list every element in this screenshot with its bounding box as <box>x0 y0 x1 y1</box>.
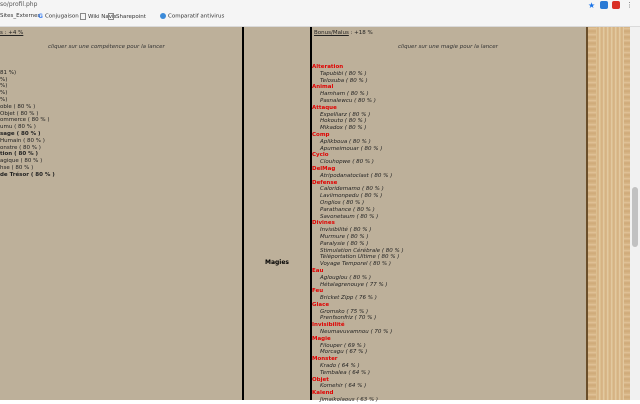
decorative-border <box>586 27 632 400</box>
bookmark-star-icon[interactable]: ★ <box>588 1 595 10</box>
skill-item[interactable]: hse ( 80 % ) <box>0 165 55 172</box>
skill-item[interactable]: ommerce ( 80 % ) <box>0 117 55 124</box>
skill-item[interactable]: tion ( 80 % ) <box>0 151 55 158</box>
magic-spell[interactable]: Tapubibi ( 80 % ) <box>312 71 404 78</box>
bookmark-conjugaison[interactable]: G Conjugaison <box>38 13 79 20</box>
magic-category: Kalend <box>312 390 334 397</box>
magic-category: Alteration <box>312 64 344 70</box>
magic-spell[interactable]: Caloridemamo ( 80 % ) <box>312 186 404 193</box>
magic-spell[interactable]: Gromsko ( 75 % ) <box>312 309 404 316</box>
magic-spell[interactable]: Hamham ( 80 % ) <box>312 91 404 98</box>
skill-item[interactable]: %) <box>0 97 55 104</box>
magic-category: Comp <box>312 131 330 138</box>
magic-spell[interactable]: Savonetaum ( 80 % ) <box>312 214 404 221</box>
magic-spell[interactable]: Laviimonpedu ( 80 % ) <box>312 193 404 200</box>
magic-spell[interactable]: Téléportation Ultime ( 80 % ) <box>312 254 404 261</box>
magic-spell[interactable]: Neumavuvamnou ( 70 % ) <box>312 329 404 336</box>
magic-category: DelMag <box>312 165 336 172</box>
magic-spell[interactable]: Aplikboua ( 80 % ) <box>312 139 404 146</box>
magic-spell[interactable]: Telosuba ( 80 % ) <box>312 78 404 85</box>
skill-item[interactable]: Humain ( 80 % ) <box>0 138 55 145</box>
magic-spell[interactable]: Filouper ( 69 % ) <box>312 343 404 350</box>
magic-category: Objet <box>312 376 329 383</box>
bookmark-sharepoint[interactable]: Sharepoint <box>108 13 146 20</box>
magic-spell[interactable]: Parathance ( 80 % ) <box>312 207 404 214</box>
magic-list: Alteration Tapubibi ( 80 % ) Telosuba ( 80… <box>312 64 404 404</box>
magic-category: Cyclo <box>312 152 329 159</box>
magic-spell[interactable]: Krado ( 64 % ) <box>312 363 404 370</box>
magic-category: Eau <box>312 267 324 274</box>
extension-icon[interactable] <box>600 1 608 9</box>
bookmark-sites-externes[interactable]: Sites_Externes <box>0 13 40 19</box>
magic-category: Glace <box>312 301 330 308</box>
magic-spell[interactable]: Atripodanatoclast ( 80 % ) <box>312 173 404 180</box>
skill-item[interactable] <box>0 63 55 70</box>
page-icon <box>80 13 86 20</box>
skills-bonus: s : +4 % <box>0 30 24 36</box>
skills-column: s : +4 % cliquer sur une compétence pour… <box>0 27 244 400</box>
skill-item[interactable]: 81 %) <box>0 70 55 77</box>
magic-spell[interactable]: Mikadox ( 80 % ) <box>312 125 404 132</box>
section-label-column: Magies <box>244 27 312 400</box>
skill-item[interactable]: agique ( 80 % ) <box>0 158 55 165</box>
q-icon <box>160 13 166 19</box>
magic-category: Magie <box>312 335 331 342</box>
bookmark-comparatif-antivirus[interactable]: Comparatif antivirus <box>160 13 224 20</box>
scrollbar-thumb[interactable] <box>632 187 638 247</box>
magic-category: Attaque <box>312 104 337 111</box>
magic-spell[interactable]: Morcagu ( 67 % ) <box>312 349 404 356</box>
skill-item[interactable]: onstre ( 80 % ) <box>0 145 55 152</box>
magic-spell[interactable]: Hokouto ( 80 % ) <box>312 118 404 125</box>
magic-spell[interactable]: Hétalagrenouye ( 77 % ) <box>312 282 404 289</box>
magic-spell[interactable]: Bricket Zipp ( 76 % ) <box>312 295 404 302</box>
magic-spell[interactable]: Onglios ( 80 % ) <box>312 200 404 207</box>
magic-category: Monster <box>312 356 338 363</box>
skill-item[interactable]: %) <box>0 77 55 84</box>
magic-category: Invisibilité <box>312 322 345 329</box>
magic-hint: cliquer sur une magie pour la lancer <box>398 44 498 50</box>
skill-item[interactable]: Objet ( 80 % ) <box>0 111 55 118</box>
profile-page: s : +4 % cliquer sur une compétence pour… <box>0 27 632 403</box>
skill-item[interactable]: %) <box>0 83 55 90</box>
skill-item[interactable]: umu ( 80 % ) <box>0 124 55 131</box>
google-icon: G <box>38 13 43 20</box>
magic-bonus: Bonus/Malus : +18 % <box>314 30 373 36</box>
magic-spell[interactable]: Paralysie ( 80 % ) <box>312 241 404 248</box>
magies-label: Magies <box>264 259 289 266</box>
magic-spell[interactable]: Jimaikolaous ( 63 % ) <box>312 397 404 404</box>
magic-column: Bonus/Malus : +18 % cliquer sur une magi… <box>312 27 586 403</box>
magic-spell[interactable]: Voyage Temporel ( 80 % ) <box>312 261 404 268</box>
magic-spell[interactable]: Komehir ( 64 % ) <box>312 383 404 390</box>
magic-category: Animal <box>312 84 334 91</box>
address-bar[interactable]: so/profil.php <box>0 1 37 8</box>
extension-icon[interactable] <box>612 1 620 9</box>
magic-spell[interactable]: Expelliarz ( 80 % ) <box>312 112 404 119</box>
skills-hint: cliquer sur une compétence pour la lance… <box>48 44 165 50</box>
magic-category: Feu <box>312 288 324 295</box>
magic-spell[interactable]: Pasnalewcu ( 80 % ) <box>312 98 404 105</box>
magic-spell[interactable]: Murmure ( 80 % ) <box>312 234 404 241</box>
magic-spell[interactable]: Aglouglou ( 80 % ) <box>312 275 404 282</box>
magic-spell[interactable]: Clouhopwe ( 80 % ) <box>312 159 404 166</box>
skill-item[interactable]: sage ( 80 % ) <box>0 131 55 138</box>
scrollbar[interactable] <box>630 27 640 400</box>
page-icon <box>108 13 114 20</box>
magic-spell[interactable]: Invisibilité ( 80 % ) <box>312 227 404 234</box>
skills-list: 81 %)%)%)%)%) oble ( 80 % ) Objet ( 80 % )… <box>0 63 55 179</box>
skill-item[interactable]: de Trésor ( 80 % ) <box>0 172 55 179</box>
magic-spell[interactable]: Apumeimouar ( 80 % ) <box>312 146 404 153</box>
skill-item[interactable]: oble ( 80 % ) <box>0 104 55 111</box>
magic-category: Defense <box>312 179 338 186</box>
menu-icon[interactable]: ⋮ <box>626 1 634 9</box>
magic-spell[interactable]: Tembalea ( 64 % ) <box>312 370 404 377</box>
skill-item[interactable]: %) <box>0 90 55 97</box>
browser-chrome: so/profil.php ★ ⋮ Sites_Externes G Conjug… <box>0 0 640 27</box>
